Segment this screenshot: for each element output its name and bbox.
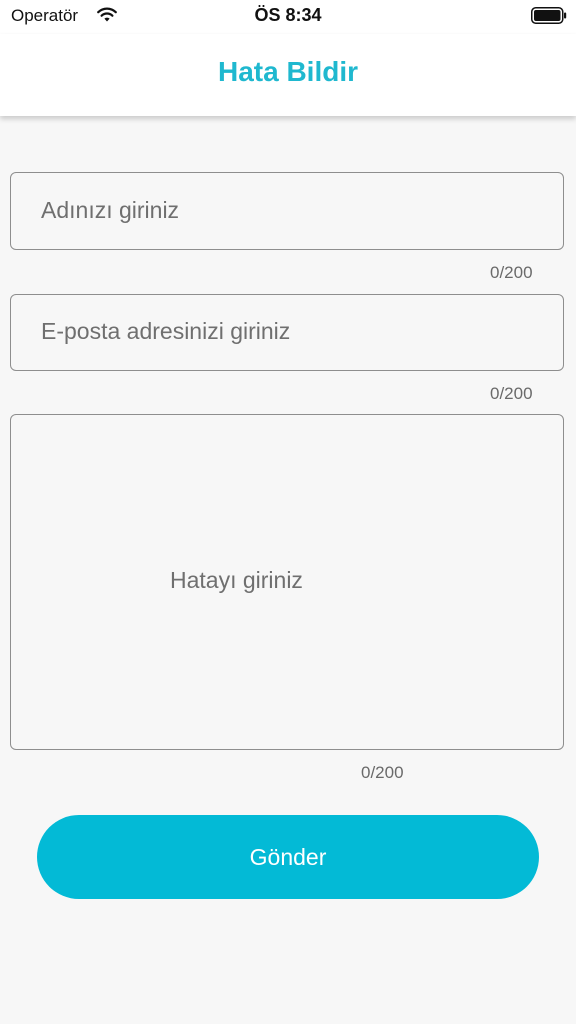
status-time: ÖS 8:34: [254, 5, 322, 25]
error-message-textarea[interactable]: Hatayı giriniz: [10, 414, 564, 750]
email-input[interactable]: E-posta adresinizi giriniz: [10, 294, 564, 371]
name-input[interactable]: Adınızı giriniz: [10, 172, 564, 250]
submit-button[interactable]: Gönder: [37, 815, 539, 899]
status-bar: Operatör ÖS 8:34: [0, 0, 576, 34]
name-placeholder: Adınızı giriniz: [41, 197, 180, 223]
name-char-counter: 0/200: [490, 263, 533, 282]
email-placeholder: E-posta adresinizi giriniz: [41, 318, 291, 344]
email-char-counter: 0/200: [490, 384, 533, 403]
navigation-bar: Hata Bildir: [0, 34, 576, 116]
page-title: Hata Bildir: [217, 56, 359, 87]
error-message-placeholder: Hatayı giriniz: [170, 567, 303, 593]
battery-icon: [531, 7, 567, 24]
message-char-counter: 0/200: [361, 763, 404, 782]
